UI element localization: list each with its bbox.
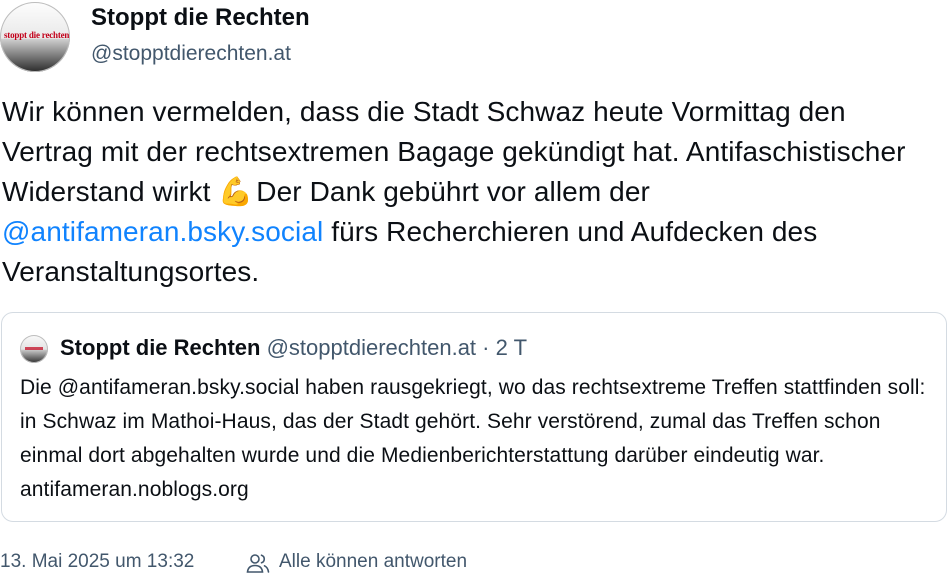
post-text: Wir können vermelden, dass die Stadt Sch… [2, 92, 932, 292]
mention-link[interactable]: @antifameran.bsky.social [2, 216, 323, 247]
avatar-logo-text: stoppt die rechten [4, 30, 70, 40]
avatar[interactable]: stoppt die rechten [0, 2, 70, 72]
quoted-avatar[interactable] [20, 335, 48, 363]
quoted-post[interactable]: Stoppt die Rechten @stopptdierechten.at … [1, 312, 947, 522]
post-header: stoppt die rechten Stoppt die Rechten @s… [0, 0, 950, 80]
quoted-post-text: Die @antifameran.bsky.social haben rausg… [20, 376, 926, 501]
author-display-name[interactable]: Stoppt die Rechten [91, 4, 310, 32]
post-footer: 13. Mai 2025 um 13:32 Alle können antwor… [0, 551, 950, 575]
quoted-display-name[interactable]: Stoppt die Rechten [60, 335, 260, 360]
quoted-handle[interactable]: @stopptdierechten.at [267, 335, 476, 360]
post-text-part-2: Der Dank gebührt vor allem der [248, 176, 650, 207]
author-handle[interactable]: @stopptdierechten.at [91, 42, 291, 66]
quoted-post-header: Stoppt die Rechten @stopptdierechten.at … [60, 335, 527, 361]
quoted-relative-time[interactable]: 2 T [496, 335, 527, 360]
people-icon [246, 554, 270, 573]
flexed-biceps-emoji: 💪 [218, 176, 254, 207]
post-timestamp: 13. Mai 2025 um 13:32 [0, 551, 195, 572]
quoted-separator: · [482, 335, 490, 360]
reply-setting-label[interactable]: Alle können antworten [279, 551, 467, 573]
